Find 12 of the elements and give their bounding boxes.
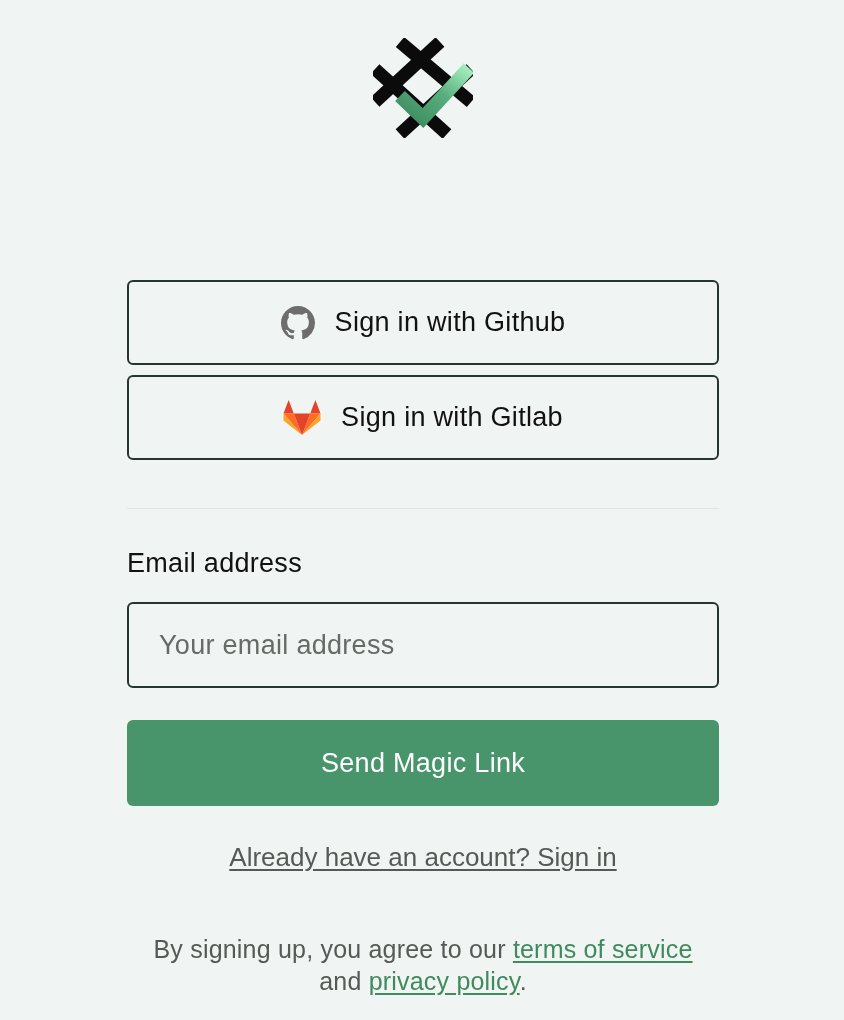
logo-icon (372, 38, 473, 138)
terms-link[interactable]: terms of service (512, 935, 693, 963)
sign-in-link[interactable]: Already have an account? Sign in (229, 842, 617, 872)
legal-notice: By signing up, you agree to our terms of service and privacy policy. (152, 934, 694, 997)
cat-silhouette-icon (280, 305, 315, 340)
fox-head-icon (283, 400, 322, 435)
email-input-field[interactable]: Your email address (127, 602, 719, 688)
privacy-link[interactable]: privacy policy (368, 967, 520, 995)
email-label: Email address (127, 548, 303, 578)
oauth-sign-in-button[interactable]: Sign in with Gitlab (127, 375, 719, 460)
oauth-sign-in-button[interactable]: Sign in with Github (127, 280, 719, 365)
send-magic-link-button[interactable]: Send Magic Link (127, 720, 719, 806)
